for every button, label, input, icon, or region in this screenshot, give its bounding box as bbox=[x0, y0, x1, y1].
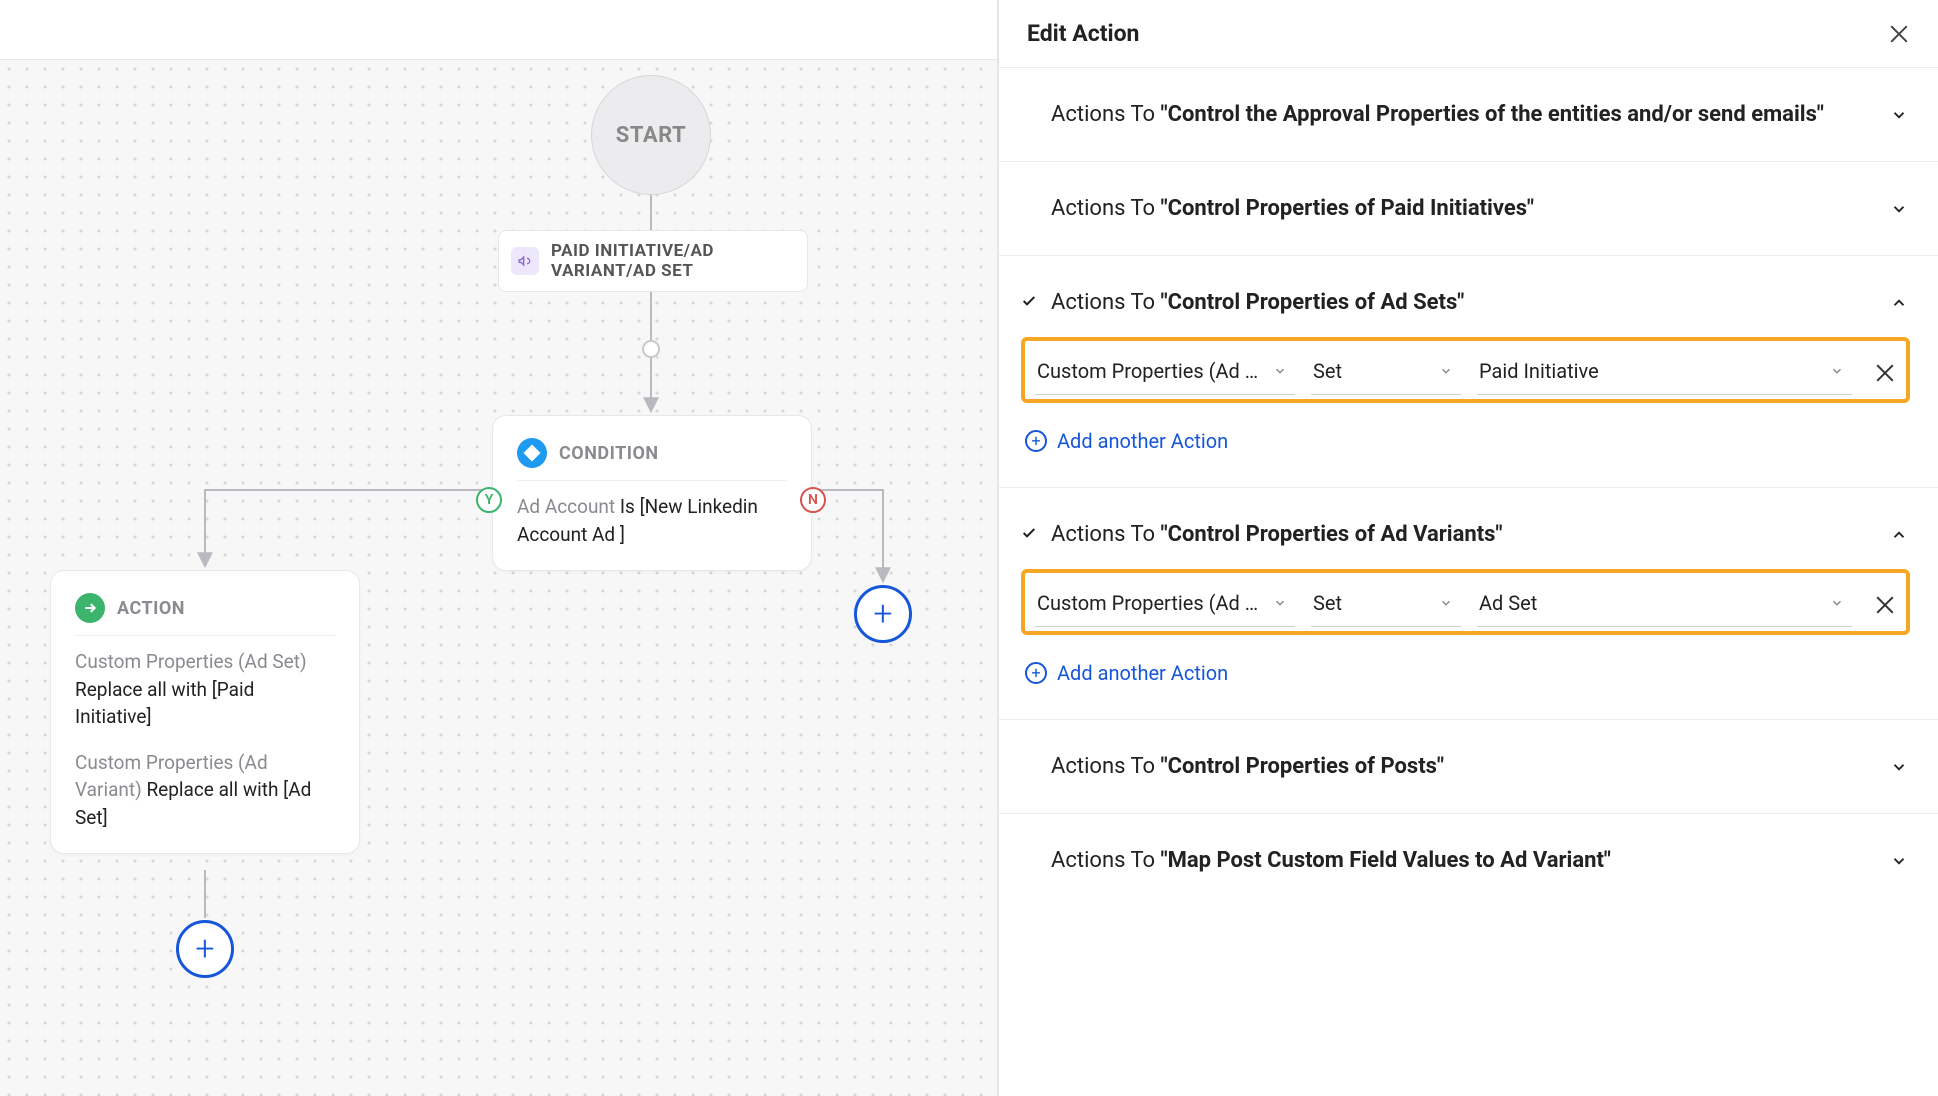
chevron-down-icon bbox=[1269, 360, 1291, 382]
check-icon bbox=[1021, 525, 1041, 545]
section-header-ad-sets[interactable]: Actions To "Control Properties of Ad Set… bbox=[1003, 290, 1910, 315]
section-header-approval[interactable]: Actions To "Control the Approval Propert… bbox=[1003, 102, 1910, 127]
start-label: START bbox=[616, 123, 686, 148]
highlighted-row-ad-variants: Custom Properties (Ad … Set Ad Set bbox=[1021, 569, 1910, 635]
trigger-label: PAID INITIATIVE/AD VARIANT/AD SET bbox=[551, 241, 771, 281]
midpoint-handle[interactable] bbox=[642, 340, 660, 358]
action-line1-field: Custom Properties (Ad Set) bbox=[75, 650, 307, 673]
add-action-button[interactable]: + Add another Action bbox=[1025, 429, 1228, 453]
chevron-down-icon bbox=[1269, 592, 1291, 614]
operation-select[interactable]: Set bbox=[1311, 583, 1461, 627]
chevron-down-icon bbox=[1435, 360, 1457, 382]
condition-field: Ad Account bbox=[517, 495, 615, 518]
close-icon[interactable] bbox=[1888, 23, 1910, 45]
operation-select[interactable]: Set bbox=[1311, 351, 1461, 395]
chevron-down-icon bbox=[1888, 198, 1910, 220]
action-header: ACTION bbox=[117, 598, 185, 619]
remove-row-icon[interactable] bbox=[1874, 362, 1896, 384]
chevron-up-icon bbox=[1888, 524, 1910, 546]
chevron-down-icon bbox=[1435, 592, 1457, 614]
chevron-down-icon bbox=[1888, 756, 1910, 778]
section-header-paid-initiatives[interactable]: Actions To "Control Properties of Paid I… bbox=[1003, 196, 1910, 221]
section-map-post: Actions To "Map Post Custom Field Values… bbox=[999, 814, 1938, 907]
condition-header: CONDITION bbox=[559, 443, 659, 464]
section-header-ad-variants[interactable]: Actions To "Control Properties of Ad Var… bbox=[1003, 522, 1910, 547]
remove-row-icon[interactable] bbox=[1874, 594, 1896, 616]
property-select[interactable]: Custom Properties (Ad … bbox=[1035, 351, 1295, 395]
plus-circle-icon: + bbox=[1025, 662, 1047, 684]
trigger-node[interactable]: PAID INITIATIVE/AD VARIANT/AD SET bbox=[498, 230, 808, 292]
action-line1-value: Replace all with [Paid Initiative] bbox=[75, 678, 254, 729]
section-posts: Actions To "Control Properties of Posts" bbox=[999, 720, 1938, 814]
section-paid-initiatives: Actions To "Control Properties of Paid I… bbox=[999, 162, 1938, 256]
section-ad-sets: Actions To "Control Properties of Ad Set… bbox=[999, 256, 1938, 488]
chevron-up-icon bbox=[1888, 292, 1910, 314]
diamond-icon bbox=[517, 438, 547, 468]
workflow-canvas[interactable]: START PAID INITIATIVE/AD VARIANT/AD SET … bbox=[0, 0, 998, 1096]
chevron-down-icon bbox=[1888, 104, 1910, 126]
chevron-down-icon bbox=[1888, 850, 1910, 872]
section-header-map-post[interactable]: Actions To "Map Post Custom Field Values… bbox=[1003, 848, 1910, 873]
condition-node[interactable]: CONDITION Ad Account Is [New Linkedin Ac… bbox=[492, 415, 812, 571]
yes-branch-badge: Y bbox=[476, 487, 502, 513]
megaphone-icon bbox=[511, 247, 539, 275]
chevron-down-icon bbox=[1826, 592, 1848, 614]
plus-circle-icon: + bbox=[1025, 430, 1047, 452]
edit-action-panel: Edit Action Actions To "Control the Appr… bbox=[998, 0, 1938, 1096]
property-select[interactable]: Custom Properties (Ad … bbox=[1035, 583, 1295, 627]
section-header-posts[interactable]: Actions To "Control Properties of Posts" bbox=[1003, 754, 1910, 779]
arrow-right-icon bbox=[75, 593, 105, 623]
action-node[interactable]: ACTION Custom Properties (Ad Set) Replac… bbox=[50, 570, 360, 854]
canvas-toolbar bbox=[0, 0, 997, 60]
section-approval: Actions To "Control the Approval Propert… bbox=[999, 68, 1938, 162]
highlighted-row-ad-sets: Custom Properties (Ad … Set Paid Initiat… bbox=[1021, 337, 1910, 403]
value-select[interactable]: Ad Set bbox=[1477, 583, 1852, 627]
start-node[interactable]: START bbox=[591, 75, 711, 195]
chevron-down-icon bbox=[1826, 360, 1848, 382]
no-branch-badge: N bbox=[800, 487, 826, 513]
section-ad-variants: Actions To "Control Properties of Ad Var… bbox=[999, 488, 1938, 720]
add-node-button-no-branch[interactable]: + bbox=[854, 585, 912, 643]
value-select[interactable]: Paid Initiative bbox=[1477, 351, 1852, 395]
condition-op: Is bbox=[620, 495, 635, 518]
add-action-button[interactable]: + Add another Action bbox=[1025, 661, 1228, 685]
panel-title: Edit Action bbox=[1027, 20, 1139, 47]
add-node-button-after-action[interactable]: + bbox=[176, 920, 234, 978]
check-icon bbox=[1021, 293, 1041, 313]
